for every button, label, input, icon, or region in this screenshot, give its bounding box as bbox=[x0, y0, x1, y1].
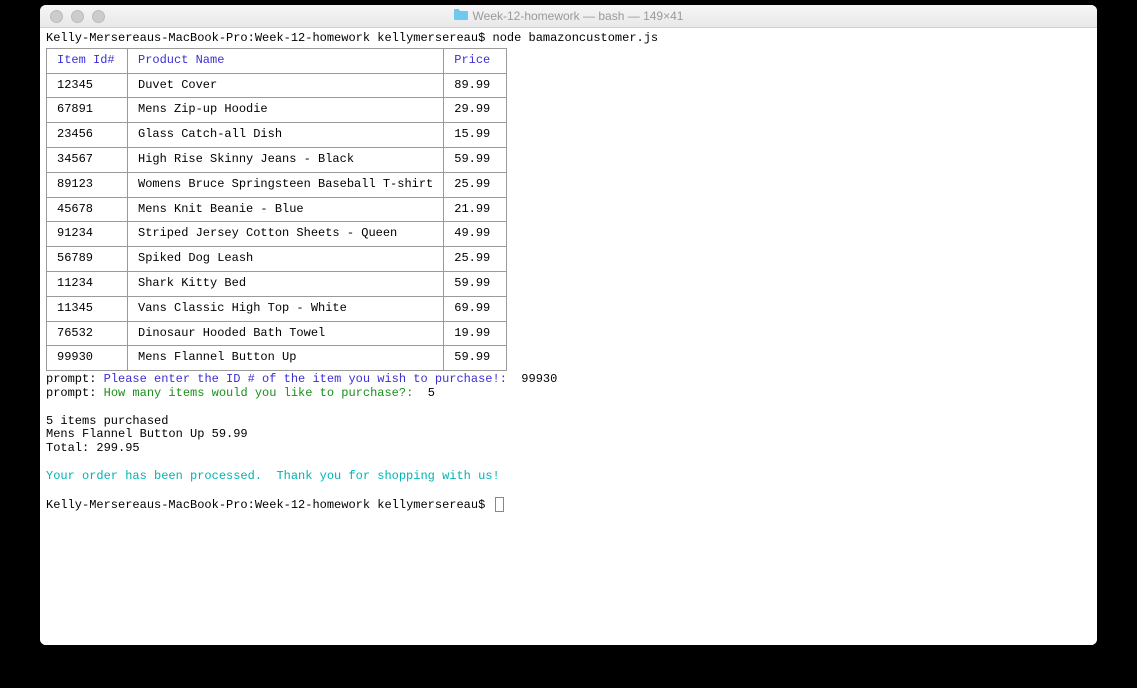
terminal-window: Week-12-homework — bash — 149×41 Kelly-M… bbox=[40, 5, 1097, 645]
cell-price: 15.99 bbox=[444, 123, 507, 148]
cell-id: 76532 bbox=[47, 321, 128, 346]
window-title-text: Week-12-homework — bash — 149×41 bbox=[473, 9, 684, 23]
prompt-question-2: How many items would you like to purchas… bbox=[104, 386, 414, 400]
table-row: 76532Dinosaur Hooded Bath Towel19.99 bbox=[47, 321, 507, 346]
titlebar: Week-12-homework — bash — 149×41 bbox=[40, 5, 1097, 28]
cell-name: Dinosaur Hooded Bath Towel bbox=[128, 321, 444, 346]
cell-id: 34567 bbox=[47, 147, 128, 172]
table-row: 23456Glass Catch-all Dish15.99 bbox=[47, 123, 507, 148]
products-table: Item Id# Product Name Price 12345Duvet C… bbox=[46, 48, 507, 371]
blank-line bbox=[46, 456, 1091, 470]
cell-price: 25.99 bbox=[444, 172, 507, 197]
command-text: node bamazoncustomer.js bbox=[493, 31, 659, 45]
terminal-body[interactable]: Kelly-Mersereaus-MacBook-Pro:Week-12-hom… bbox=[40, 28, 1097, 645]
cell-price: 89.99 bbox=[444, 73, 507, 98]
col-header-id: Item Id# bbox=[47, 48, 128, 73]
table-row: 91234Striped Jersey Cotton Sheets - Quee… bbox=[47, 222, 507, 247]
cell-id: 11234 bbox=[47, 271, 128, 296]
minimize-icon[interactable] bbox=[71, 10, 84, 23]
result-total: Total: 299.95 bbox=[46, 442, 1091, 456]
table-row: 34567High Rise Skinny Jeans - Black59.99 bbox=[47, 147, 507, 172]
cell-id: 11345 bbox=[47, 296, 128, 321]
table-row: 56789Spiked Dog Leash25.99 bbox=[47, 247, 507, 272]
table-row: 45678Mens Knit Beanie - Blue21.99 bbox=[47, 197, 507, 222]
prompt-line-1: prompt: Please enter the ID # of the ite… bbox=[46, 373, 1091, 387]
cell-price: 59.99 bbox=[444, 346, 507, 371]
table-row: 99930Mens Flannel Button Up59.99 bbox=[47, 346, 507, 371]
result-qty: 5 items purchased bbox=[46, 415, 1091, 429]
cursor bbox=[495, 497, 504, 512]
table-row: 11345Vans Classic High Top - White69.99 bbox=[47, 296, 507, 321]
cell-name: Shark Kitty Bed bbox=[128, 271, 444, 296]
cell-id: 99930 bbox=[47, 346, 128, 371]
table-row: 89123Womens Bruce Springsteen Baseball T… bbox=[47, 172, 507, 197]
prompt-answer-2: 5 bbox=[428, 386, 435, 400]
cell-id: 89123 bbox=[47, 172, 128, 197]
cell-name: Spiked Dog Leash bbox=[128, 247, 444, 272]
traffic-lights bbox=[40, 10, 105, 23]
cell-price: 21.99 bbox=[444, 197, 507, 222]
table-row: 11234Shark Kitty Bed59.99 bbox=[47, 271, 507, 296]
blank-line bbox=[46, 401, 1091, 415]
table-row: 12345Duvet Cover89.99 bbox=[47, 73, 507, 98]
prompt-line-2: prompt: How many items would you like to… bbox=[46, 387, 1091, 401]
cell-price: 69.99 bbox=[444, 296, 507, 321]
cell-name: Striped Jersey Cotton Sheets - Queen bbox=[128, 222, 444, 247]
thank-you-message: Your order has been processed. Thank you… bbox=[46, 470, 1091, 484]
blank-line bbox=[46, 484, 1091, 498]
cell-name: High Rise Skinny Jeans - Black bbox=[128, 147, 444, 172]
prompt-question-1: Please enter the ID # of the item you wi… bbox=[104, 372, 507, 386]
shell-prompt-line: Kelly-Mersereaus-MacBook-Pro:Week-12-hom… bbox=[46, 32, 1091, 46]
cell-name: Duvet Cover bbox=[128, 73, 444, 98]
window-title: Week-12-homework — bash — 149×41 bbox=[40, 9, 1097, 23]
cell-name: Mens Flannel Button Up bbox=[128, 346, 444, 371]
cell-name: Womens Bruce Springsteen Baseball T-shir… bbox=[128, 172, 444, 197]
cell-name: Glass Catch-all Dish bbox=[128, 123, 444, 148]
cell-id: 56789 bbox=[47, 247, 128, 272]
cell-id: 23456 bbox=[47, 123, 128, 148]
table-header-row: Item Id# Product Name Price bbox=[47, 48, 507, 73]
cell-id: 91234 bbox=[47, 222, 128, 247]
cell-name: Mens Knit Beanie - Blue bbox=[128, 197, 444, 222]
cell-price: 19.99 bbox=[444, 321, 507, 346]
folder-icon bbox=[454, 9, 468, 23]
cell-price: 59.99 bbox=[444, 271, 507, 296]
result-item: Mens Flannel Button Up 59.99 bbox=[46, 428, 1091, 442]
close-icon[interactable] bbox=[50, 10, 63, 23]
cell-price: 29.99 bbox=[444, 98, 507, 123]
table-row: 67891Mens Zip-up Hoodie29.99 bbox=[47, 98, 507, 123]
col-header-name: Product Name bbox=[128, 48, 444, 73]
zoom-icon[interactable] bbox=[92, 10, 105, 23]
cell-price: 49.99 bbox=[444, 222, 507, 247]
cell-name: Vans Classic High Top - White bbox=[128, 296, 444, 321]
cell-name: Mens Zip-up Hoodie bbox=[128, 98, 444, 123]
cell-id: 12345 bbox=[47, 73, 128, 98]
cell-price: 25.99 bbox=[444, 247, 507, 272]
shell-prompt-line-2: Kelly-Mersereaus-MacBook-Pro:Week-12-hom… bbox=[46, 497, 1091, 513]
col-header-price: Price bbox=[444, 48, 507, 73]
cell-price: 59.99 bbox=[444, 147, 507, 172]
prompt-answer-1: 99930 bbox=[521, 372, 557, 386]
cell-id: 67891 bbox=[47, 98, 128, 123]
cell-id: 45678 bbox=[47, 197, 128, 222]
